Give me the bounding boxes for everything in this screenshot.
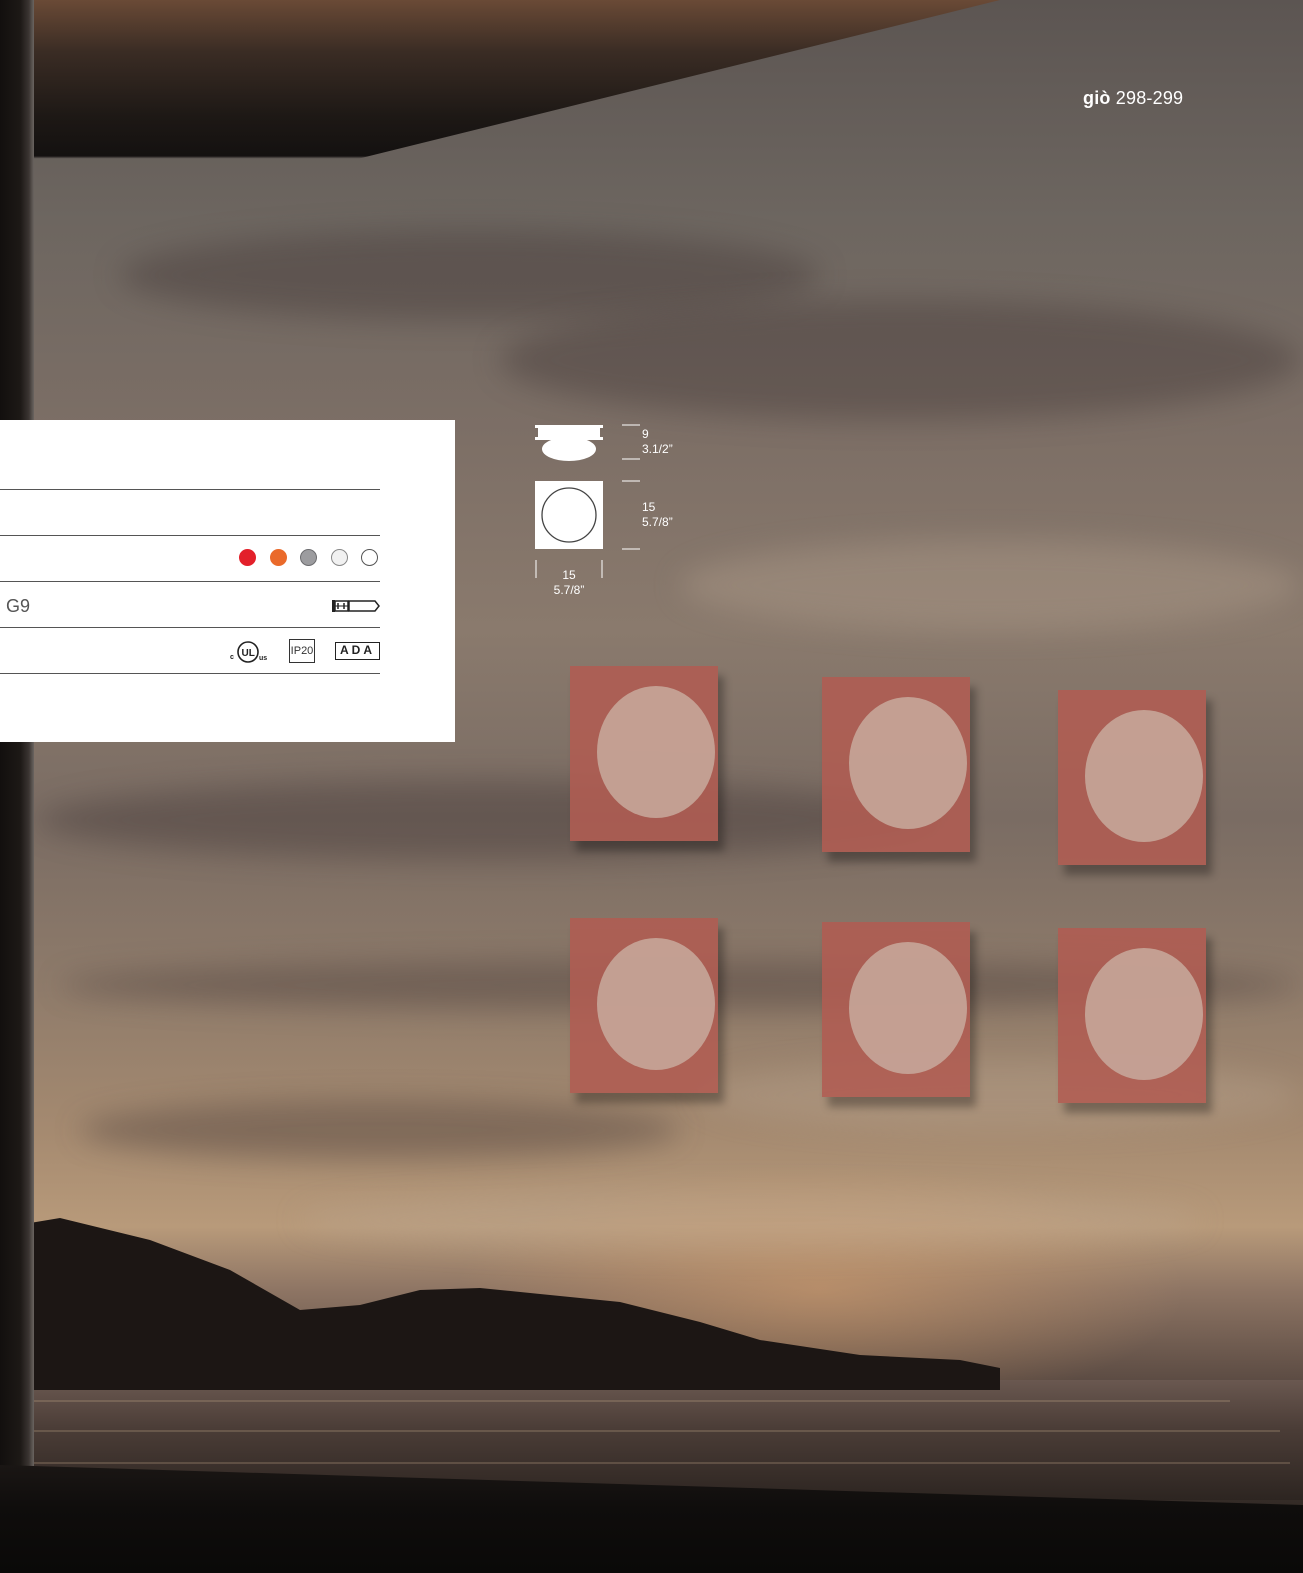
- swatch-grey: [300, 549, 317, 566]
- wall-fixture: [570, 918, 718, 1093]
- ul-listed-icon: c UL us: [230, 641, 267, 663]
- height-in: 3.1/2”: [642, 442, 673, 456]
- width-cm: 15: [562, 568, 576, 582]
- depth-in: 5.7/8”: [642, 515, 673, 529]
- divider: [0, 581, 380, 582]
- divider: [0, 535, 380, 536]
- wall-fixture: [822, 922, 970, 1097]
- bulb-icon: [332, 600, 380, 612]
- width-value: 15 5.7/8”: [550, 568, 588, 598]
- depth-cm: 15: [642, 500, 656, 514]
- svg-text:UL: UL: [242, 648, 255, 659]
- width-in: 5.7/8”: [553, 583, 585, 597]
- divider: [0, 673, 380, 674]
- divider: [0, 627, 380, 628]
- wall-fixture: [570, 666, 718, 841]
- depth-value: 15 5.7/8”: [642, 500, 673, 530]
- window-frame-left: [0, 0, 34, 1573]
- spec-panel: G9 c UL us IP20 ADA: [0, 420, 455, 742]
- divider: [0, 489, 380, 490]
- product-name: giò: [1083, 88, 1111, 108]
- wall-fixture: [822, 677, 970, 852]
- wall-fixture: [1058, 928, 1206, 1103]
- height-value: 9 3.1/2”: [642, 427, 673, 457]
- svg-text:c: c: [230, 654, 234, 661]
- height-cm: 9: [642, 427, 649, 441]
- ip20-rating-badge: IP20: [289, 639, 315, 663]
- swatch-orange: [269, 549, 287, 566]
- page-reference: giò 298-299: [1083, 88, 1183, 109]
- lamp-base-label: G9: [6, 596, 31, 616]
- dimension-drawing: 9 3.1/2” 15 5.7/8” 15 5.7/8”: [530, 420, 700, 605]
- swatch-light-grey: [330, 549, 348, 566]
- wall-fixture: [1058, 690, 1206, 865]
- swatch-white: [361, 549, 378, 566]
- swatch-red: [239, 549, 256, 566]
- page-numbers: 298-299: [1115, 88, 1184, 108]
- svg-text:us: us: [259, 655, 267, 662]
- ada-compliant-badge: ADA: [335, 642, 380, 660]
